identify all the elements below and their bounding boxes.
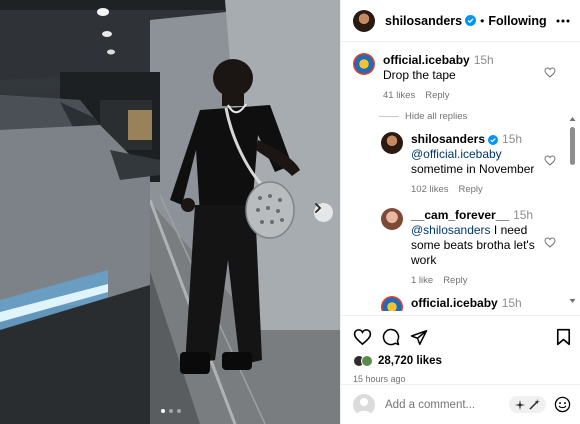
comment-like-heart-icon[interactable]	[544, 67, 556, 78]
comment-like-heart-icon[interactable]	[544, 155, 556, 166]
carousel-next-button[interactable]	[314, 203, 333, 222]
comment-likes[interactable]: 1 like	[411, 275, 433, 286]
icebaby-avatar[interactable]	[353, 53, 375, 75]
comment-like-heart-icon[interactable]	[544, 237, 556, 248]
comment-username[interactable]: __cam_forever__	[411, 208, 509, 222]
sparkle-icon	[515, 399, 525, 410]
post-photo-scene	[0, 0, 340, 424]
divider-line	[379, 116, 399, 117]
comment-likes[interactable]: 41 likes	[383, 90, 415, 101]
likes-summary[interactable]: 28,720 likes	[353, 352, 571, 370]
post-sidebar: shilosanders • Following official.icebab…	[340, 0, 580, 424]
comment-icon[interactable]	[382, 328, 400, 346]
post-header: shilosanders • Following	[341, 0, 580, 42]
comments-list[interactable]: official.icebaby 15h Drop the tape 41 lik…	[341, 43, 567, 311]
reply-item: official.icebaby 15h	[381, 296, 522, 311]
user-avatar[interactable]	[353, 393, 375, 416]
comment-username[interactable]: official.icebaby	[411, 296, 498, 310]
shilo-avatar[interactable]	[381, 132, 403, 154]
verified-badge-icon	[465, 15, 477, 26]
comments-scrollbar[interactable]	[570, 127, 575, 165]
chevron-right-icon	[315, 203, 322, 213]
share-icon[interactable]	[410, 329, 428, 346]
comment-text: Drop the tape	[383, 68, 456, 82]
comment-time: 15h	[473, 53, 494, 67]
ai-assist-button[interactable]	[509, 396, 546, 413]
magic-wand-icon	[529, 399, 540, 410]
comment-likes[interactable]: 102 likes	[411, 184, 449, 195]
comment-time: 15h	[502, 132, 523, 146]
carousel-dot	[169, 409, 173, 413]
author-username[interactable]: shilosanders	[385, 14, 462, 28]
heart-icon[interactable]	[353, 328, 372, 346]
carousel-dot	[177, 409, 181, 413]
comment-mention[interactable]: @shilosanders	[411, 223, 491, 237]
add-comment-bar	[341, 384, 580, 424]
scroll-up-arrow-icon[interactable]	[569, 116, 576, 122]
post-actions: 28,720 likes 15 hours ago	[341, 315, 580, 384]
comment-input[interactable]	[385, 398, 485, 411]
reply-item: __cam_forever__ 15h @shilosanders I need …	[381, 208, 551, 288]
following-button[interactable]: Following	[488, 14, 546, 28]
carousel-indicator	[161, 409, 181, 413]
author-avatar[interactable]	[353, 9, 375, 32]
emoji-icon[interactable]	[554, 396, 571, 413]
liker-avatar	[361, 355, 373, 367]
hide-replies-button[interactable]: Hide all replies	[379, 111, 467, 122]
scroll-down-arrow-icon[interactable]	[569, 298, 576, 304]
default-profile-icon	[356, 397, 372, 416]
hide-replies-label: Hide all replies	[405, 111, 468, 122]
comment-mention[interactable]: @official.icebaby	[411, 147, 534, 162]
comment-time: 15h	[501, 296, 522, 310]
reply-button[interactable]: Reply	[459, 184, 483, 195]
comment-time: 15h	[513, 208, 534, 222]
icebaby-avatar[interactable]	[381, 296, 403, 311]
likes-count[interactable]: 28,720 likes	[378, 355, 442, 367]
reply-button[interactable]: Reply	[425, 90, 449, 101]
bookmark-icon[interactable]	[556, 328, 571, 346]
comment-username[interactable]: official.icebaby	[383, 53, 470, 67]
cam-avatar[interactable]	[381, 208, 403, 230]
verified-badge-icon	[488, 135, 499, 145]
reply-item: shilosanders 15h @official.icebaby someti…	[381, 132, 534, 197]
header-separator: •	[480, 13, 485, 28]
post-image[interactable]	[0, 0, 340, 424]
comment-text: sometime in November	[411, 162, 535, 176]
comment-username[interactable]: shilosanders	[411, 132, 485, 146]
more-options-icon[interactable]	[556, 19, 570, 23]
comment-item: official.icebaby 15h Drop the tape 41 lik…	[353, 53, 494, 103]
carousel-dot-active	[161, 409, 165, 413]
post-timestamp[interactable]: 15 hours ago	[353, 374, 571, 384]
reply-button[interactable]: Reply	[443, 275, 467, 286]
